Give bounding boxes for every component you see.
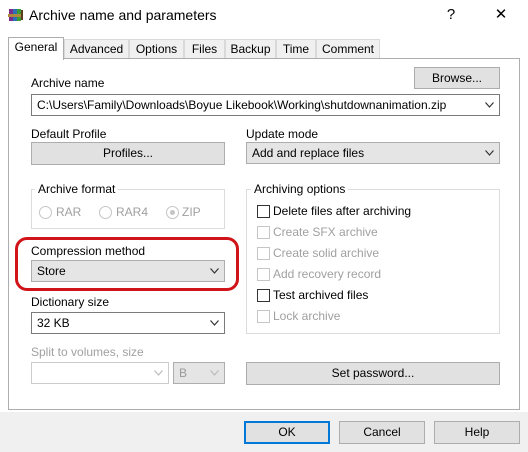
radio-rar4[interactable] bbox=[99, 206, 112, 219]
tab-options[interactable]: Options bbox=[129, 39, 184, 59]
set-password-button[interactable]: Set password... bbox=[246, 362, 500, 385]
help-button[interactable]: Help bbox=[434, 421, 520, 444]
close-button[interactable]: ✕ bbox=[489, 4, 513, 26]
archive-format-title: Archive format bbox=[35, 182, 119, 196]
title-bar: Archive name and parameters ? ✕ bbox=[0, 0, 528, 32]
chevron-down-icon bbox=[210, 320, 219, 326]
tab-general[interactable]: General bbox=[8, 37, 64, 60]
radio-zip-label: ZIP bbox=[182, 205, 201, 219]
checkbox-lock-archive-label: Lock archive bbox=[273, 309, 341, 323]
radio-rar4-label: RAR4 bbox=[116, 205, 149, 219]
cancel-button[interactable]: Cancel bbox=[339, 421, 425, 444]
archiving-options-title: Archiving options bbox=[251, 182, 349, 196]
checkbox-test-archived-label: Test archived files bbox=[273, 288, 369, 302]
profiles-button[interactable]: Profiles... bbox=[31, 142, 225, 165]
browse-button[interactable]: Browse... bbox=[414, 67, 500, 89]
checkbox-create-sfx[interactable] bbox=[257, 226, 270, 239]
dictionary-size-select[interactable]: 32 KB bbox=[31, 312, 225, 334]
split-unit-select[interactable]: B bbox=[173, 362, 225, 384]
tab-time[interactable]: Time bbox=[276, 39, 316, 59]
radio-rar[interactable] bbox=[39, 206, 52, 219]
archive-name-label: Archive name bbox=[31, 76, 105, 90]
update-mode-label: Update mode bbox=[246, 127, 319, 141]
default-profile-label: Default Profile bbox=[31, 127, 107, 141]
chevron-down-icon bbox=[154, 370, 163, 376]
checkbox-create-sfx-label: Create SFX archive bbox=[273, 225, 378, 239]
radio-selected-dot bbox=[170, 210, 175, 215]
radio-zip[interactable] bbox=[166, 206, 179, 219]
help-title-button[interactable]: ? bbox=[439, 4, 463, 26]
chevron-down-icon bbox=[485, 150, 494, 156]
checkbox-recovery-record[interactable] bbox=[257, 268, 270, 281]
split-volumes-label: Split to volumes, size bbox=[31, 345, 144, 359]
checkbox-recovery-record-label: Add recovery record bbox=[273, 267, 382, 281]
checkbox-create-solid-label: Create solid archive bbox=[273, 246, 380, 260]
ok-button[interactable]: OK bbox=[244, 421, 330, 444]
dictionary-size-label: Dictionary size bbox=[31, 295, 110, 309]
checkbox-test-archived[interactable] bbox=[257, 289, 270, 302]
chevron-down-icon bbox=[210, 370, 219, 376]
tab-comment[interactable]: Comment bbox=[316, 39, 380, 59]
archive-name-combo[interactable]: C:\Users\Family\Downloads\Boyue Likebook… bbox=[31, 94, 500, 116]
tab-files[interactable]: Files bbox=[184, 39, 225, 59]
split-volumes-combo[interactable] bbox=[31, 362, 169, 384]
archive-name-value: C:\Users\Family\Downloads\Boyue Likebook… bbox=[37, 98, 447, 112]
tab-advanced[interactable]: Advanced bbox=[64, 39, 129, 59]
radio-rar-label: RAR bbox=[56, 205, 82, 219]
checkbox-create-solid[interactable] bbox=[257, 247, 270, 260]
tab-backup[interactable]: Backup bbox=[225, 39, 276, 59]
dictionary-size-value: 32 KB bbox=[37, 316, 70, 330]
compression-highlight-annotation bbox=[15, 237, 239, 291]
split-unit-value: B bbox=[179, 366, 188, 380]
chevron-down-icon bbox=[485, 102, 494, 108]
window-title: Archive name and parameters bbox=[29, 7, 217, 23]
checkbox-lock-archive[interactable] bbox=[257, 310, 270, 323]
winrar-books-icon bbox=[8, 9, 23, 21]
checkbox-delete-files[interactable] bbox=[257, 205, 270, 218]
update-mode-select[interactable]: Add and replace files bbox=[246, 142, 500, 164]
checkbox-delete-files-label: Delete files after archiving bbox=[273, 204, 412, 218]
update-mode-value: Add and replace files bbox=[252, 146, 365, 160]
